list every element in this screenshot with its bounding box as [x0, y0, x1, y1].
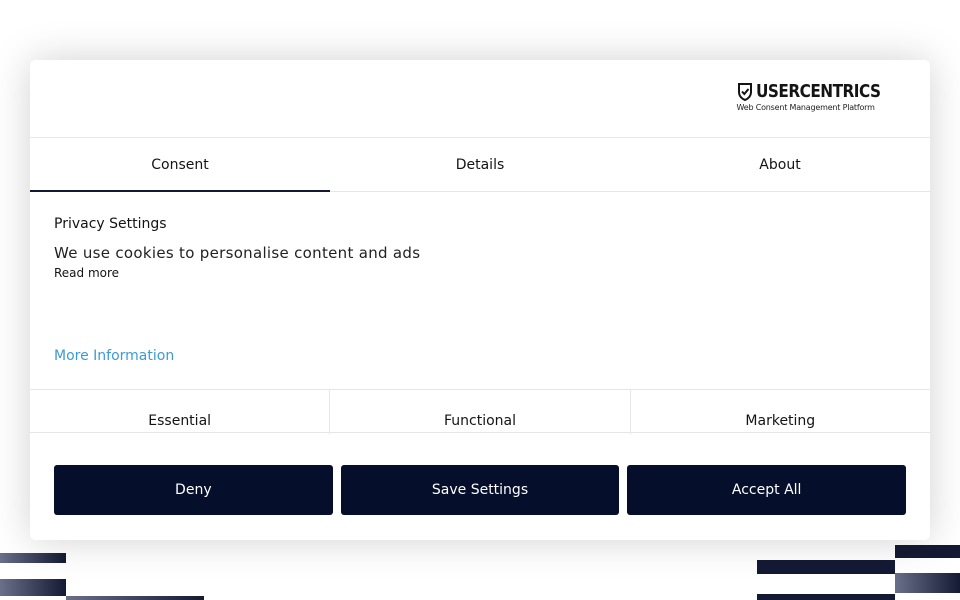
category-label: Functional: [443, 413, 516, 429]
tab-about[interactable]: About: [630, 138, 930, 191]
category-label: Essential: [148, 413, 212, 429]
consent-content: Privacy Settings We use cookies to perso…: [30, 192, 930, 389]
bg-stripe: [0, 553, 66, 563]
consent-description: We use cookies to personalise content an…: [54, 244, 421, 262]
bg-stripe: [0, 579, 66, 596]
category-list: Essential Functional Marketing: [30, 389, 930, 434]
privacy-settings-title: Privacy Settings: [54, 216, 167, 232]
accept-all-button[interactable]: Accept All: [627, 465, 907, 515]
category-label: Marketing: [745, 413, 816, 429]
tab-bar: Consent Details About: [30, 138, 930, 192]
save-settings-button[interactable]: Save Settings: [340, 465, 620, 515]
category-essential[interactable]: Essential: [30, 390, 331, 434]
bg-stripe: [757, 560, 895, 574]
shield-check-icon: [737, 83, 752, 101]
dialog-header: USERCENTRICS Web Consent Management Plat…: [30, 60, 930, 138]
bg-stripe: [895, 545, 960, 558]
read-more-link[interactable]: Read more: [54, 266, 119, 280]
consent-dialog: USERCENTRICS Web Consent Management Plat…: [30, 60, 930, 540]
category-functional[interactable]: Functional: [330, 390, 631, 434]
tab-consent[interactable]: Consent: [30, 138, 330, 192]
brand-logo: USERCENTRICS Web Consent Management Plat…: [736, 81, 902, 113]
category-marketing[interactable]: Marketing: [631, 390, 930, 434]
more-information-link[interactable]: More Information: [54, 348, 174, 364]
bg-stripe: [757, 594, 895, 600]
brand-name: USERCENTRICS: [755, 81, 881, 102]
bg-stripe: [66, 596, 204, 600]
dialog-footer: Deny Save Settings Accept All: [30, 433, 930, 539]
brand-tagline: Web Consent Management Platform: [736, 103, 875, 112]
tab-details[interactable]: Details: [330, 138, 630, 191]
bg-stripe: [895, 573, 960, 593]
deny-button[interactable]: Deny: [54, 465, 333, 515]
